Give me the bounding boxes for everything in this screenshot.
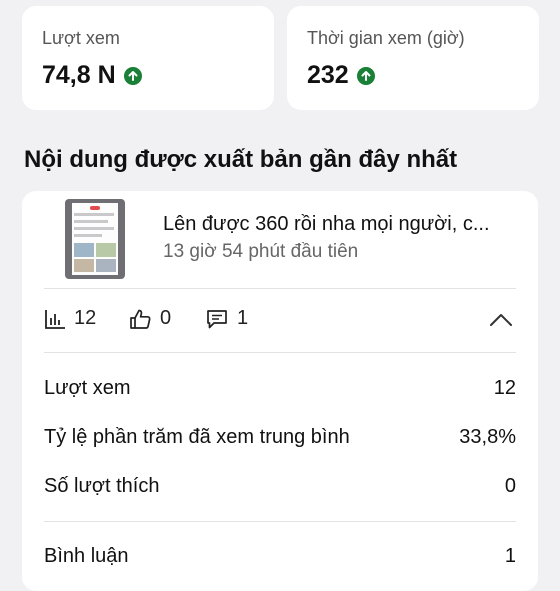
post-subtitle: 13 giờ 54 phút đầu tiên — [163, 241, 359, 262]
views-metric: 12 — [44, 307, 96, 330]
detail-label: Số lượt thích — [44, 475, 160, 497]
recent-content-card: Lên được 360 rồi nha mọi người, c... 13 … — [22, 191, 538, 591]
watch-time-stat-label: Thời gian xem (giờ) — [307, 28, 465, 48]
post-thumbnail[interactable] — [65, 199, 125, 279]
thumbs-up-icon — [130, 309, 151, 329]
views-count: 12 — [74, 307, 97, 329]
detail-value: 33,8% — [459, 426, 516, 448]
detail-value: 1 — [504, 545, 516, 567]
detail-row-views: Lượt xem 12 — [44, 377, 516, 400]
bar-chart-icon — [45, 309, 65, 329]
chevron-up-icon — [490, 314, 512, 326]
detail-row-avg-percentage: Tỷ lệ phần trăm đã xem trung bình 33,8% — [44, 426, 516, 449]
post-title[interactable]: Lên được 360 rồi nha mọi người, c... — [163, 213, 523, 236]
detail-label: Lượt xem — [44, 377, 131, 399]
section-title: Nội dung được xuất bản gần đây nhất — [24, 146, 458, 173]
detail-value: 0 — [504, 475, 516, 497]
comments-metric: 1 — [205, 307, 248, 330]
arrow-up-circle-icon — [123, 66, 142, 85]
watch-time-stat-card[interactable]: Thời gian xem (giờ) 232 — [287, 6, 539, 110]
divider — [44, 521, 516, 522]
divider — [44, 352, 516, 353]
detail-label: Bình luận — [44, 545, 129, 567]
post-metrics: 12 0 1 — [22, 289, 538, 351]
detail-row-likes: Số lượt thích 0 — [44, 475, 516, 498]
stats-summary: Lượt xem 74,8 N Thời gian xem (giờ) 232 — [0, 0, 560, 120]
comment-icon — [207, 309, 227, 328]
watch-time-stat-value: 232 — [307, 61, 349, 89]
detail-label: Tỷ lệ phần trăm đã xem trung bình — [44, 426, 350, 448]
likes-count: 0 — [160, 307, 172, 329]
collapse-button[interactable] — [487, 307, 515, 333]
comments-count: 1 — [237, 307, 249, 329]
views-stat-value: 74,8 N — [42, 61, 116, 89]
detail-value: 12 — [493, 377, 516, 399]
recent-post[interactable]: Lên được 360 rồi nha mọi người, c... 13 … — [22, 191, 538, 287]
views-stat-label: Lượt xem — [42, 28, 120, 48]
likes-metric: 0 — [129, 307, 171, 330]
views-stat-card[interactable]: Lượt xem 74,8 N — [22, 6, 274, 110]
arrow-up-circle-icon — [356, 66, 375, 85]
detail-row-comments: Bình luận 1 — [44, 545, 516, 568]
